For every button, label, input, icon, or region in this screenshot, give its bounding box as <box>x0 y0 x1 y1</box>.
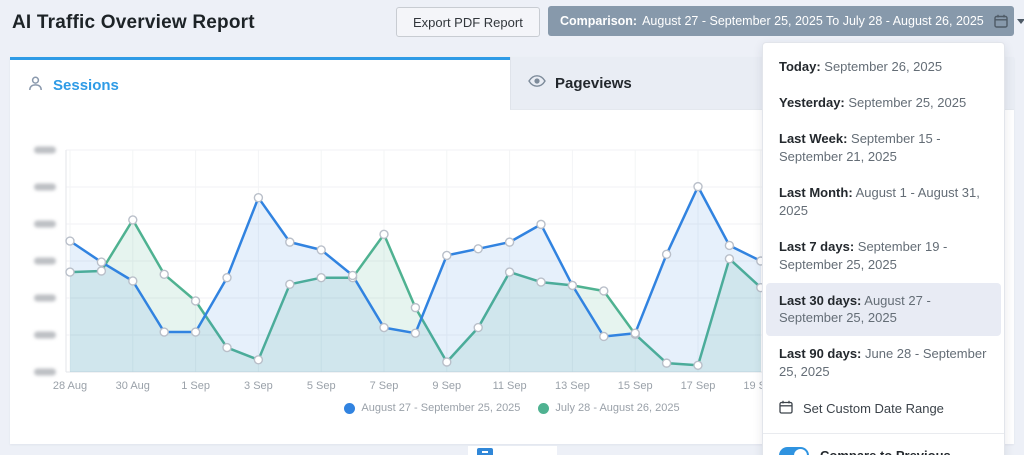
comparison-daterange-button[interactable]: Comparison: August 27 - September 25, 20… <box>548 6 1014 36</box>
svg-text:9 Sep: 9 Sep <box>432 380 461 392</box>
tab-sessions[interactable]: Sessions <box>10 57 510 110</box>
date-range-option[interactable]: Last Month: August 1 - August 31, 2025 <box>763 175 1004 229</box>
page-title: AI Traffic Overview Report <box>12 12 255 34</box>
svg-text:30 Aug: 30 Aug <box>116 380 150 392</box>
date-range-option[interactable]: Last Week: September 15 - September 21, … <box>763 121 1004 175</box>
date-range-options: Today: September 26, 2025Yesterday: Sept… <box>763 49 1004 390</box>
date-range-option[interactable]: Last 30 days: August 27 - September 25, … <box>766 283 1001 337</box>
svg-text:1 Sep: 1 Sep <box>181 380 210 392</box>
date-range-option[interactable]: Last 90 days: June 28 - September 25, 20… <box>763 336 1004 390</box>
svg-text:7 Sep: 7 Sep <box>370 380 399 392</box>
date-range-option[interactable]: Yesterday: September 25, 2025 <box>763 85 1004 121</box>
legend-dot-icon <box>538 403 549 414</box>
svg-text:11 Sep: 11 Sep <box>493 380 527 392</box>
set-custom-date-range-label: Set Custom Date Range <box>803 401 944 416</box>
svg-text:17 Sep: 17 Sep <box>681 380 716 392</box>
comparison-value: August 27 - September 25, 2025 To July 2… <box>642 14 984 28</box>
tab-pageviews-label: Pageviews <box>555 75 632 92</box>
date-range-option[interactable]: Last 7 days: September 19 - September 25… <box>763 229 1004 283</box>
legend-label: July 28 - August 26, 2025 <box>555 402 679 414</box>
page: AI Traffic Overview Report Export PDF Re… <box>0 0 1024 455</box>
date-range-option-value: September 25, 2025 <box>848 95 966 110</box>
set-custom-date-range[interactable]: Set Custom Date Range <box>763 390 1004 426</box>
eye-icon <box>528 74 546 92</box>
date-range-option-value: September 26, 2025 <box>824 59 942 74</box>
date-range-option[interactable]: Today: September 26, 2025 <box>763 49 1004 85</box>
user-icon <box>27 75 44 96</box>
date-range-option-label: Last Week: <box>779 131 847 146</box>
calendar-icon <box>994 14 1008 28</box>
compare-to-previous-toggle[interactable] <box>779 447 809 455</box>
legend-item[interactable]: August 27 - September 25, 2025 <box>344 402 520 414</box>
date-range-option-label: Last Month: <box>779 185 853 200</box>
comparison-label: Comparison: <box>560 14 637 28</box>
date-range-option-label: Today: <box>779 59 821 74</box>
date-range-option-label: Last 90 days: <box>779 346 861 361</box>
legend-dot-icon <box>344 403 355 414</box>
tab-sessions-label: Sessions <box>53 77 119 94</box>
svg-text:13 Sep: 13 Sep <box>555 380 590 392</box>
svg-text:28 Aug: 28 Aug <box>53 380 87 392</box>
calendar-outline-icon <box>779 400 793 417</box>
svg-text:15 Sep: 15 Sep <box>618 380 653 392</box>
date-range-option-label: Last 7 days: <box>779 239 854 254</box>
legend-label: August 27 - September 25, 2025 <box>361 402 520 414</box>
compare-toggle-row: Compare to Previous <box>763 433 1004 455</box>
next-section-blue-button[interactable] <box>477 448 493 455</box>
export-pdf-button[interactable]: Export PDF Report <box>396 7 540 37</box>
date-range-option-label: Last 30 days: <box>779 293 861 308</box>
legend-item[interactable]: July 28 - August 26, 2025 <box>538 402 679 414</box>
svg-text:5 Sep: 5 Sep <box>307 380 336 392</box>
daterange-dropdown-panel: Today: September 26, 2025Yesterday: Sept… <box>762 42 1005 455</box>
date-range-option-label: Yesterday: <box>779 95 845 110</box>
compare-toggle-label: Compare to Previous <box>820 448 951 455</box>
svg-text:3 Sep: 3 Sep <box>244 380 273 392</box>
chevron-down-icon <box>1017 19 1024 24</box>
